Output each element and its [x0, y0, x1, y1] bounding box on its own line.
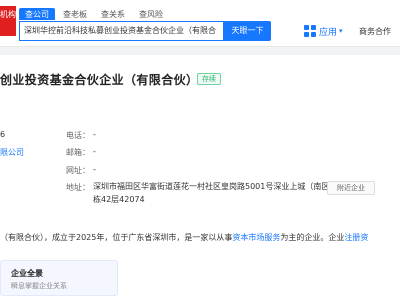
legal-rep-link[interactable]: 限公司 — [0, 147, 24, 158]
business-cooperation-link[interactable]: 商务合作 — [359, 26, 391, 37]
description-text-2: 为主的企业。企业 — [280, 233, 345, 242]
caret-down-icon: ▾ — [339, 27, 343, 35]
email-value: - — [93, 147, 96, 156]
description-text: （有限合伙），成立于2025年，位于广东省深圳市，是一家以从事 — [0, 233, 233, 242]
top-header: 机构 查公司 查老板 查关系 查风险 深圳华控前沿科技私募创业投资基金合伙企业（… — [0, 0, 400, 47]
company-name: 创业投资基金合伙企业（有限合伙） — [0, 73, 199, 87]
tab-company[interactable]: 查公司 — [19, 8, 55, 20]
search-tabs: 查公司 查老板 查关系 查风险 — [19, 8, 171, 20]
left-fragment: 6 — [0, 130, 6, 139]
website-label: 网址： — [66, 166, 90, 175]
registered-capital-link[interactable]: 注册资 — [344, 233, 368, 242]
tab-relation[interactable]: 查关系 — [95, 8, 131, 20]
company-description: （有限合伙），成立于2025年，位于广东省深圳市，是一家以从事资本市场服务为主的… — [0, 232, 368, 243]
phone-label: 电话： — [66, 131, 90, 140]
company-card: 创业投资基金合伙企业（有限合伙） 存续 6 限公司 电话： - 邮箱： - 网址… — [0, 55, 400, 300]
tab-boss[interactable]: 查老板 — [57, 8, 93, 20]
apps-label: 应用 — [319, 27, 338, 38]
apps-menu-button[interactable]: 应用 ▾ — [304, 23, 343, 39]
apps-grid-icon — [304, 25, 316, 37]
search-button[interactable]: 天眼一下 — [224, 21, 271, 41]
address-value: 深圳市福田区华富街道莲花一村社区皇岗路5001号深业上城（南区）T2栋42层42… — [93, 182, 348, 204]
phone-value: - — [93, 130, 96, 139]
website-value: - — [93, 165, 96, 174]
address-label: 地址： — [66, 183, 90, 192]
panorama-subtitle: 瞬息掌握企业关系 — [11, 282, 67, 290]
search-input[interactable]: 深圳华控前沿科技私募创业投资基金合伙企业（有限合 — [19, 21, 224, 41]
tab-risk[interactable]: 查风险 — [133, 8, 169, 20]
email-label: 邮箱： — [66, 148, 90, 157]
nearby-companies-button[interactable]: 附近企业 — [327, 181, 375, 195]
panorama-title: 企业全景 — [11, 269, 43, 278]
status-badge: 存续 — [197, 73, 221, 85]
panorama-card[interactable]: 企业全景 瞬息掌握企业关系 — [0, 260, 118, 296]
logo[interactable]: 机构 — [0, 6, 16, 36]
industry-link[interactable]: 资本市场服务 — [232, 233, 280, 242]
